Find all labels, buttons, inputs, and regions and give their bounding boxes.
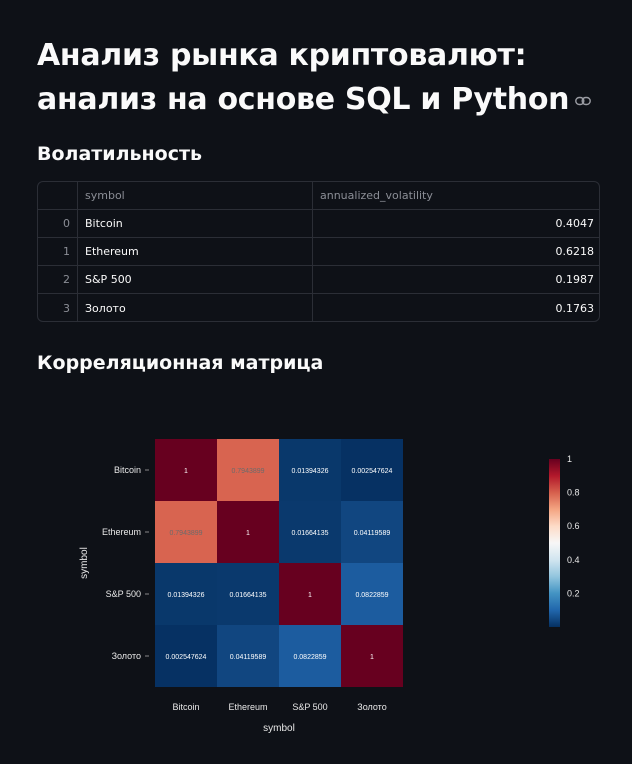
heatmap-cell-label: 0.04119589 — [354, 530, 391, 537]
heatmap-cell-label: 0.0822859 — [355, 592, 388, 599]
heatmap-cell-label: 1 — [308, 592, 312, 599]
colorbar — [549, 459, 560, 627]
heatmap-cell-label: 0.7943899 — [169, 530, 202, 537]
heatmap-cell-label: 0.01664135 — [230, 592, 267, 599]
x-tick-label: Bitcoin — [172, 702, 199, 712]
y-tick-label: Золото — [112, 651, 141, 661]
heatmap-cell-label: 1 — [246, 530, 250, 537]
y-axis-title: symbol — [79, 547, 90, 579]
heatmap-cell-label: 0.0822859 — [293, 654, 326, 661]
heatmap-cell-label: 0.7943899 — [231, 468, 264, 475]
heatmap-cell-label: 0.002547624 — [166, 654, 207, 661]
x-tick-label: Золото — [357, 702, 386, 712]
y-tick-label: Bitcoin — [114, 465, 141, 475]
heatmap-cell-label: 1 — [184, 468, 188, 475]
heatmap-cell-label: 0.01664135 — [292, 530, 329, 537]
x-axis-title: symbol — [263, 723, 295, 734]
y-tick-label: Ethereum — [102, 527, 141, 537]
heatmap-cell-label: 0.002547624 — [352, 468, 393, 475]
x-tick-label: S&P 500 — [292, 702, 327, 712]
y-tick-label: S&P 500 — [106, 589, 141, 599]
heatmap-cell-label: 0.01394326 — [292, 468, 329, 475]
colorbar-tick-label: 0.2 — [567, 588, 580, 598]
correlation-heatmap[interactable]: 1 0.7943899 0.01394326 0.002547624 0.7943899… — [0, 0, 632, 764]
colorbar-tick-label: 0.4 — [567, 555, 580, 565]
colorbar-tick-label: 0.8 — [567, 488, 580, 498]
x-tick-label: Ethereum — [228, 702, 267, 712]
colorbar-tick-label: 0.6 — [567, 521, 580, 531]
app-page: Анализ рынка криптовалют: анализ на осно… — [0, 0, 632, 764]
heatmap-cell-label: 0.04119589 — [230, 654, 267, 661]
colorbar-tick-label: 1 — [567, 454, 572, 464]
heatmap-cell-label: 0.01394326 — [168, 592, 205, 599]
heatmap-cell-label: 1 — [370, 654, 374, 661]
